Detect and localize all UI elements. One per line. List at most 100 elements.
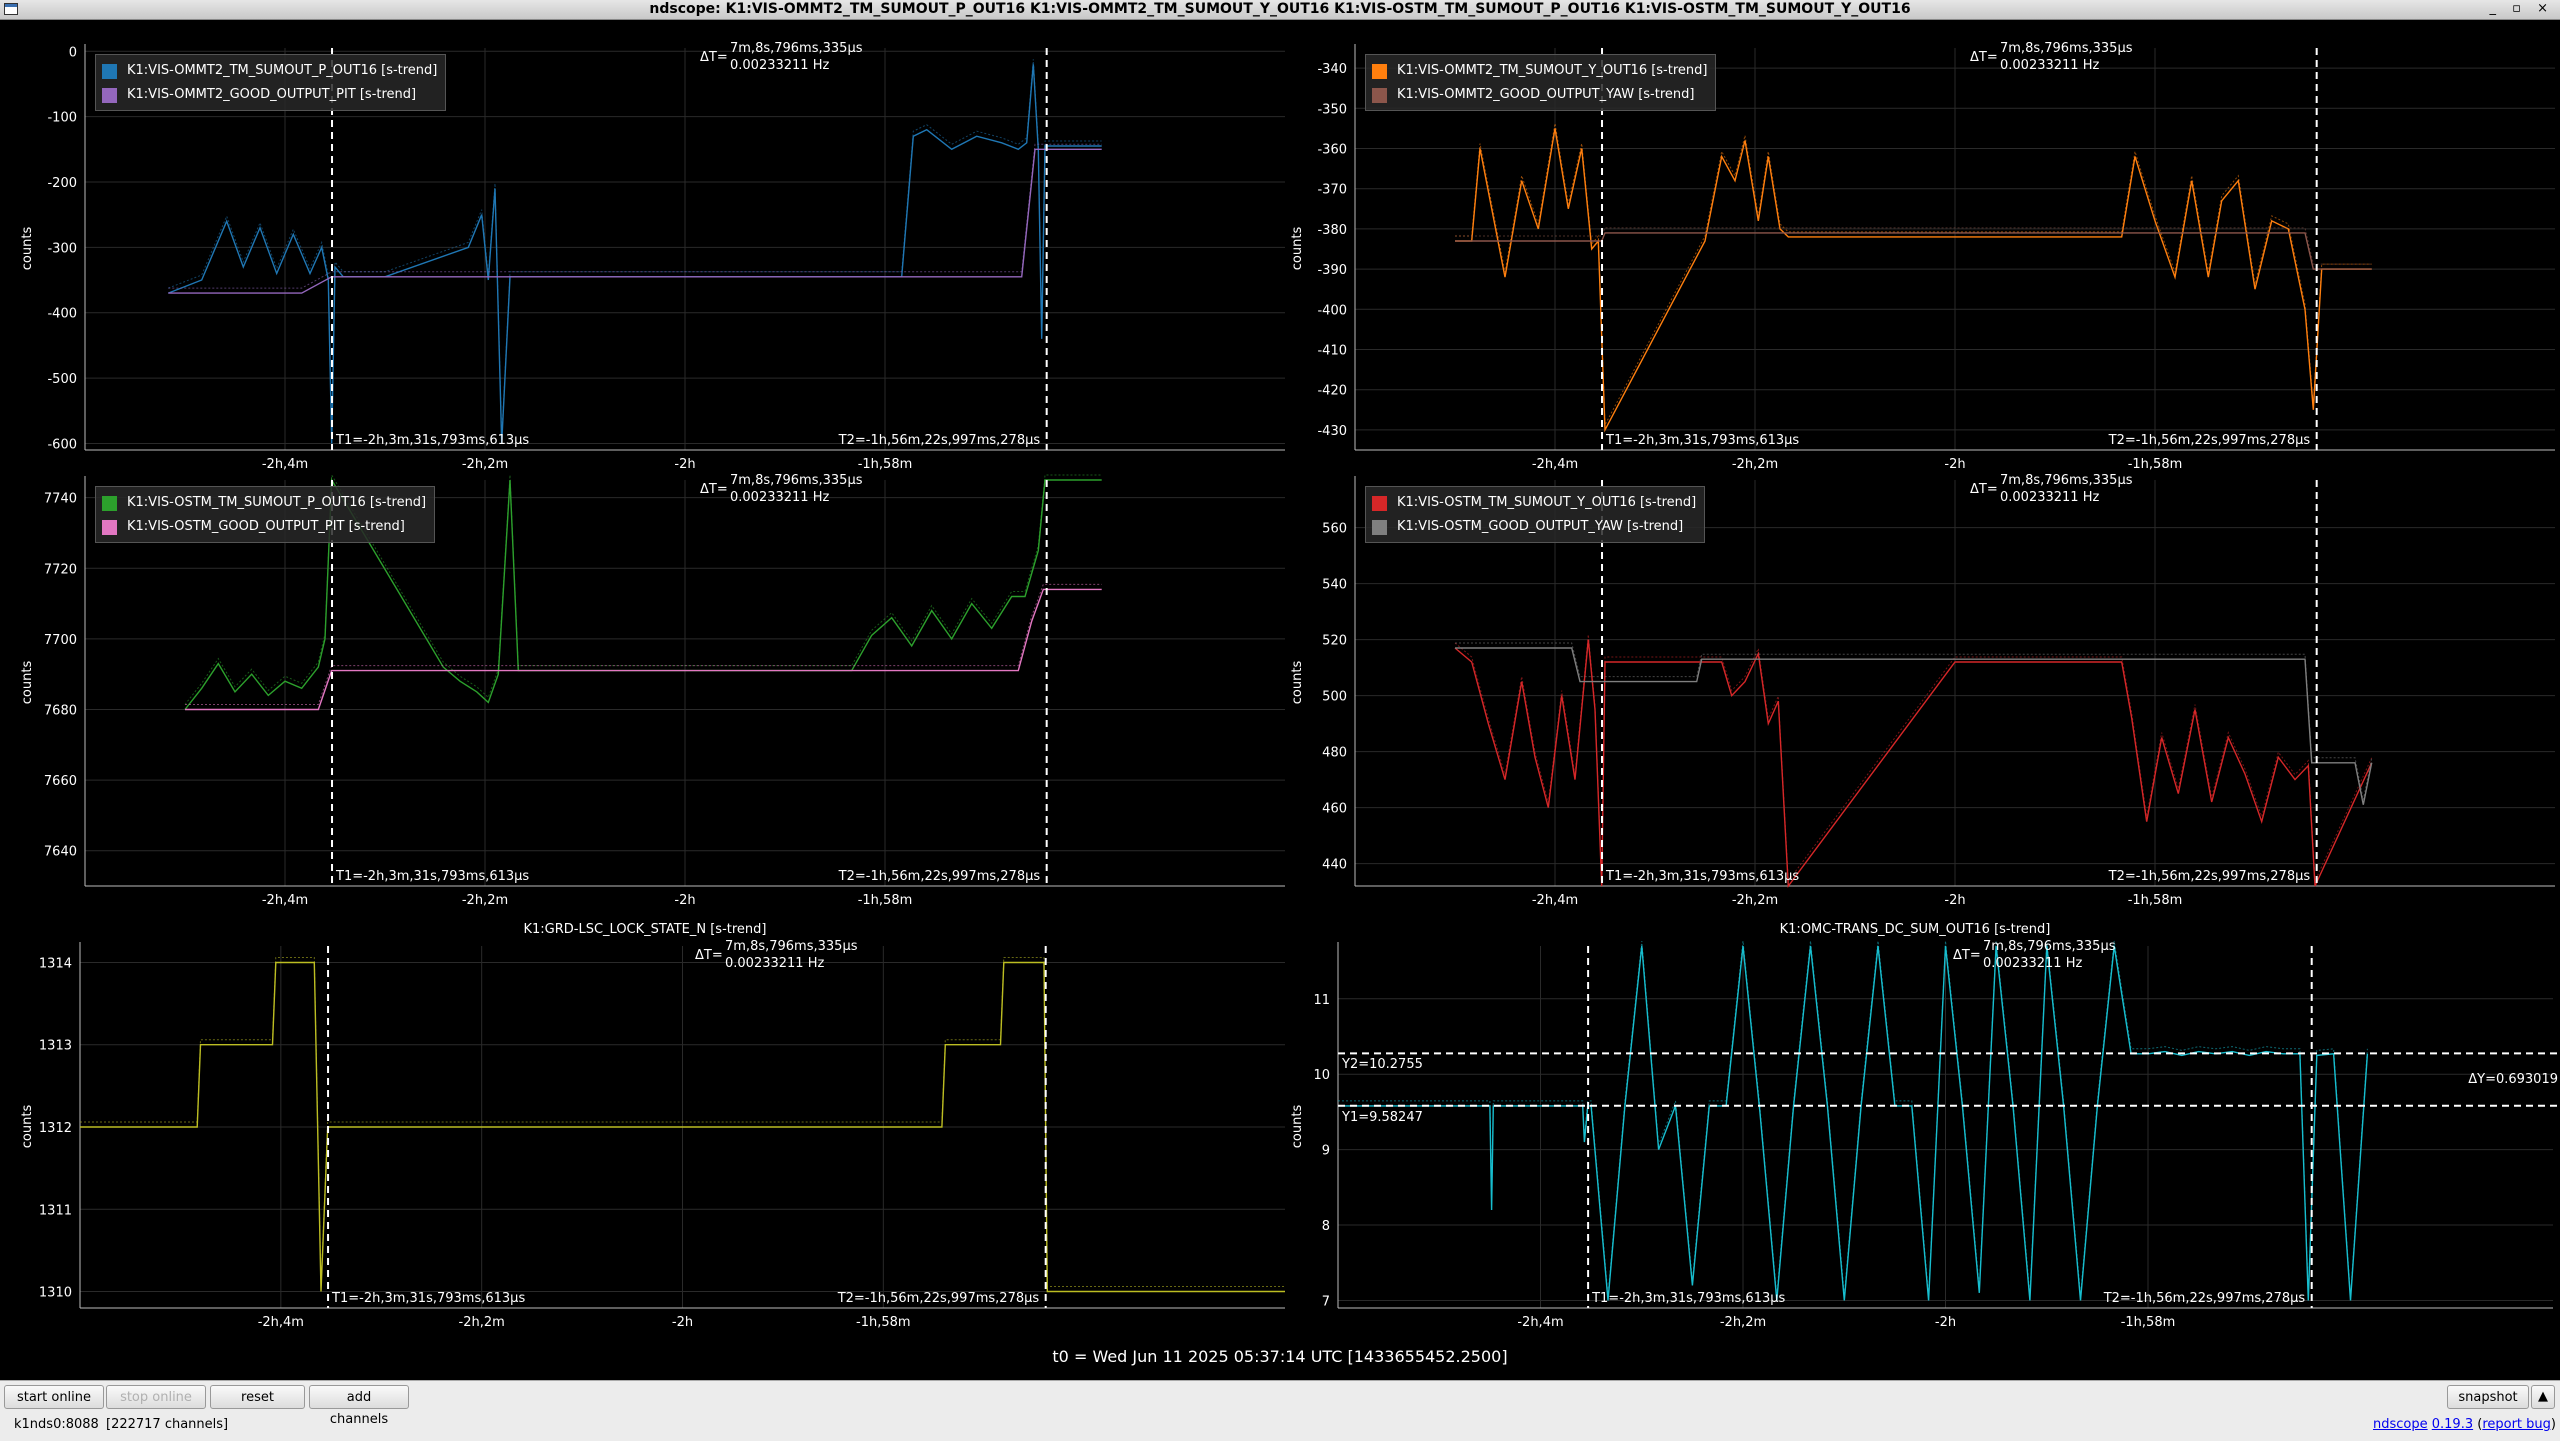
legend-entry[interactable]: K1:VIS-OMMT2_TM_SUMOUT_Y_OUT16 [s-trend] — [1372, 59, 1707, 83]
dy-label: ΔY=0.693019 — [2468, 1071, 2558, 1087]
legend-entry[interactable]: K1:VIS-OSTM_TM_SUMOUT_P_OUT16 [s-trend] — [102, 491, 426, 515]
y-axis-label: counts — [20, 226, 36, 271]
legend-label: K1:VIS-OMMT2_GOOD_OUTPUT_YAW [s-trend] — [1397, 87, 1695, 102]
delta-t-label: ΔT= — [1970, 50, 1998, 65]
y-tick-label: -410 — [1317, 344, 1347, 359]
t1-label: T1=-2h,3m,31s,793ms,613µs — [1606, 869, 1800, 884]
delta-t-frequency: 0.00233211 Hz — [730, 490, 830, 505]
stop-online-button[interactable]: stop online — [106, 1385, 206, 1409]
legend-swatch — [1372, 87, 1387, 103]
delta-t-value: 7m,8s,796ms,335µs — [1983, 939, 2116, 954]
time-tick-label: -1h,58m — [2128, 893, 2183, 908]
y-tick-label: 440 — [1322, 858, 1347, 873]
legend-label: K1:VIS-OSTM_GOOD_OUTPUT_PIT [s-trend] — [127, 519, 405, 534]
y-tick-label: 7680 — [44, 703, 77, 718]
legend-label: K1:VIS-OMMT2_TM_SUMOUT_Y_OUT16 [s-trend] — [1397, 63, 1708, 78]
y-tick-label: 1312 — [39, 1121, 72, 1136]
legend-entry[interactable]: K1:VIS-OSTM_GOOD_OUTPUT_PIT [s-trend] — [102, 515, 426, 539]
legend-entry[interactable]: K1:VIS-OMMT2_GOOD_OUTPUT_YAW [s-trend] — [1372, 83, 1707, 107]
y-tick-label: 11 — [1313, 993, 1330, 1008]
t2-label: T2=-1h,56m,22s,997ms,278µs — [838, 869, 1041, 884]
time-tick-label: -1h,58m — [858, 893, 913, 908]
legend-label: K1:VIS-OSTM_TM_SUMOUT_P_OUT16 [s-trend] — [127, 495, 427, 510]
legend-entry[interactable]: K1:VIS-OMMT2_GOOD_OUTPUT_PIT [s-trend] — [102, 83, 437, 107]
legend[interactable]: K1:VIS-OSTM_TM_SUMOUT_Y_OUT16 [s-trend] K… — [1365, 486, 1706, 543]
plot-omc-trans-dc-sum[interactable]: -2h,4m -2h,2m -2h -1h,58m 11 10 9 8 7 Y1=9.58247 Y… — [1270, 918, 2560, 1338]
time-tick-label: -2h,2m — [459, 1315, 505, 1330]
y-axis-label: counts — [20, 1104, 36, 1149]
plot-ommt2-yaw[interactable]: -2h,4m -2h,2m -2h -1h,58m -340 -350 -360 -370 -3… — [1270, 30, 2560, 480]
t1-label: T1=-2h,3m,31s,793ms,613µs — [1592, 1291, 1786, 1306]
snapshot-button[interactable]: snapshot — [2447, 1385, 2529, 1409]
y-tick-label: -300 — [47, 241, 77, 256]
y-tick-label: -500 — [47, 372, 77, 387]
window-titlebar: ndscope: K1:VIS-OMMT2_TM_SUMOUT_P_OUT16 … — [0, 0, 2560, 20]
delta-t-label: ΔT= — [700, 50, 728, 65]
start-online-button[interactable]: start online — [4, 1385, 104, 1409]
time-tick-label: -2h,2m — [462, 893, 508, 908]
plot-title: K1:OMC-TRANS_DC_SUM_OUT16 [s-trend] — [1779, 922, 2051, 937]
legend-entry[interactable]: K1:VIS-OMMT2_TM_SUMOUT_P_OUT16 [s-trend] — [102, 59, 437, 83]
reset-button[interactable]: reset — [210, 1385, 305, 1409]
y-tick-label: -430 — [1317, 424, 1347, 439]
delta-t-label: ΔT= — [1953, 948, 1981, 963]
y-tick-label: -340 — [1317, 62, 1347, 77]
y-tick-label: 520 — [1322, 634, 1347, 649]
plot-lsc-lock-state[interactable]: -2h,4m -2h,2m -2h -1h,58m 1314 1313 1312 1311 13… — [0, 918, 1290, 1338]
channel-count: [222717 channels] — [106, 1417, 229, 1432]
y-tick-label: 1310 — [39, 1286, 72, 1301]
plot-ostm-yaw[interactable]: -2h,4m -2h,2m -2h -1h,58m 560 540 520 500 480 460… — [1270, 466, 2560, 916]
y-tick-label: -380 — [1317, 223, 1347, 238]
server-address: k1nds0:8088 — [14, 1417, 99, 1432]
y-tick-label: -360 — [1317, 143, 1347, 158]
y-tick-label: -350 — [1317, 102, 1347, 117]
bottom-toolbar: start online stop online reset add chann… — [0, 1380, 2560, 1441]
series-line-1 — [1455, 128, 2372, 433]
time-tick-label: -2h,4m — [1532, 893, 1578, 908]
delta-t-frequency: 0.00233211 Hz — [725, 956, 825, 971]
y-tick-label: -400 — [1317, 303, 1347, 318]
y-axis-label: counts — [20, 660, 36, 705]
window-controls[interactable]: _ ▫ × — [2490, 1, 2554, 16]
y-tick-label: 7660 — [44, 774, 77, 789]
plot-canvas: -2h,4m -2h,2m -2h -1h,58m 11 10 9 8 7 — [1313, 940, 2557, 1330]
legend-label: K1:VIS-OSTM_TM_SUMOUT_Y_OUT16 [s-trend] — [1397, 495, 1697, 510]
delta-t-frequency: 0.00233211 Hz — [2000, 490, 2100, 505]
series-envelope — [1455, 123, 2372, 427]
plot-ostm-pitch[interactable]: -2h,4m -2h,2m -2h -1h,58m 7740 7720 7700 7680 76… — [0, 466, 1290, 916]
plot-canvas: -2h,4m -2h,2m -2h -1h,58m 1314 1313 1312 1311 13… — [39, 942, 1285, 1330]
y-tick-label: 1314 — [39, 956, 72, 971]
legend[interactable]: K1:VIS-OMMT2_TM_SUMOUT_Y_OUT16 [s-trend]… — [1365, 54, 1717, 111]
legend-swatch — [1372, 495, 1387, 511]
t2-label: T2=-1h,56m,22s,997ms,278µs — [2108, 433, 2311, 448]
y-tick-label: 7700 — [44, 633, 77, 648]
version-link[interactable]: 0.19.3 — [2432, 1417, 2473, 1432]
time-tick-label: -2h,4m — [258, 1315, 304, 1330]
snapshot-menu-icon[interactable]: ▲ — [2531, 1385, 2555, 1409]
delta-t-frequency: 0.00233211 Hz — [2000, 58, 2100, 73]
series-envelope — [1454, 634, 2373, 883]
legend-entry[interactable]: K1:VIS-OSTM_GOOD_OUTPUT_YAW [s-trend] — [1372, 515, 1696, 539]
time-tick-label: -1h,58m — [2121, 1315, 2176, 1330]
y-axis-label: counts — [1290, 226, 1306, 271]
legend-entry[interactable]: K1:VIS-OSTM_TM_SUMOUT_Y_OUT16 [s-trend] — [1372, 491, 1696, 515]
legend-swatch — [102, 519, 117, 535]
legend-swatch — [1372, 63, 1387, 79]
legend[interactable]: K1:VIS-OSTM_TM_SUMOUT_P_OUT16 [s-trend] K… — [95, 486, 436, 543]
plot-ommt2-pitch[interactable]: -2h,4m -2h,2m -2h -1h,58m 0 -100 -200 -300 -400-… — [0, 30, 1290, 480]
y1-label: Y1=9.58247 — [1342, 1109, 1423, 1125]
t2-label: T2=-1h,56m,22s,997ms,278µs — [837, 1291, 1040, 1306]
t1-label: T1=-2h,3m,31s,793ms,613µs — [336, 869, 530, 884]
delta-t-value: 7m,8s,796ms,335µs — [2000, 473, 2133, 488]
time-tick-label: -2h,2m — [1720, 1315, 1766, 1330]
time-tick-label: -2h — [674, 893, 695, 908]
legend-swatch — [102, 87, 117, 103]
t2-label: T2=-1h,56m,22s,997ms,278µs — [2103, 1291, 2306, 1306]
y-tick-label: 7640 — [44, 845, 77, 860]
report-bug-link[interactable]: report bug — [2482, 1417, 2551, 1432]
add-channels-button[interactable]: add channels — [309, 1385, 409, 1427]
delta-t-label: ΔT= — [1970, 482, 1998, 497]
delta-t-value: 7m,8s,796ms,335µs — [730, 41, 863, 56]
ndscope-link[interactable]: ndscope — [2373, 1417, 2428, 1432]
legend[interactable]: K1:VIS-OMMT2_TM_SUMOUT_P_OUT16 [s-trend]… — [95, 54, 447, 111]
